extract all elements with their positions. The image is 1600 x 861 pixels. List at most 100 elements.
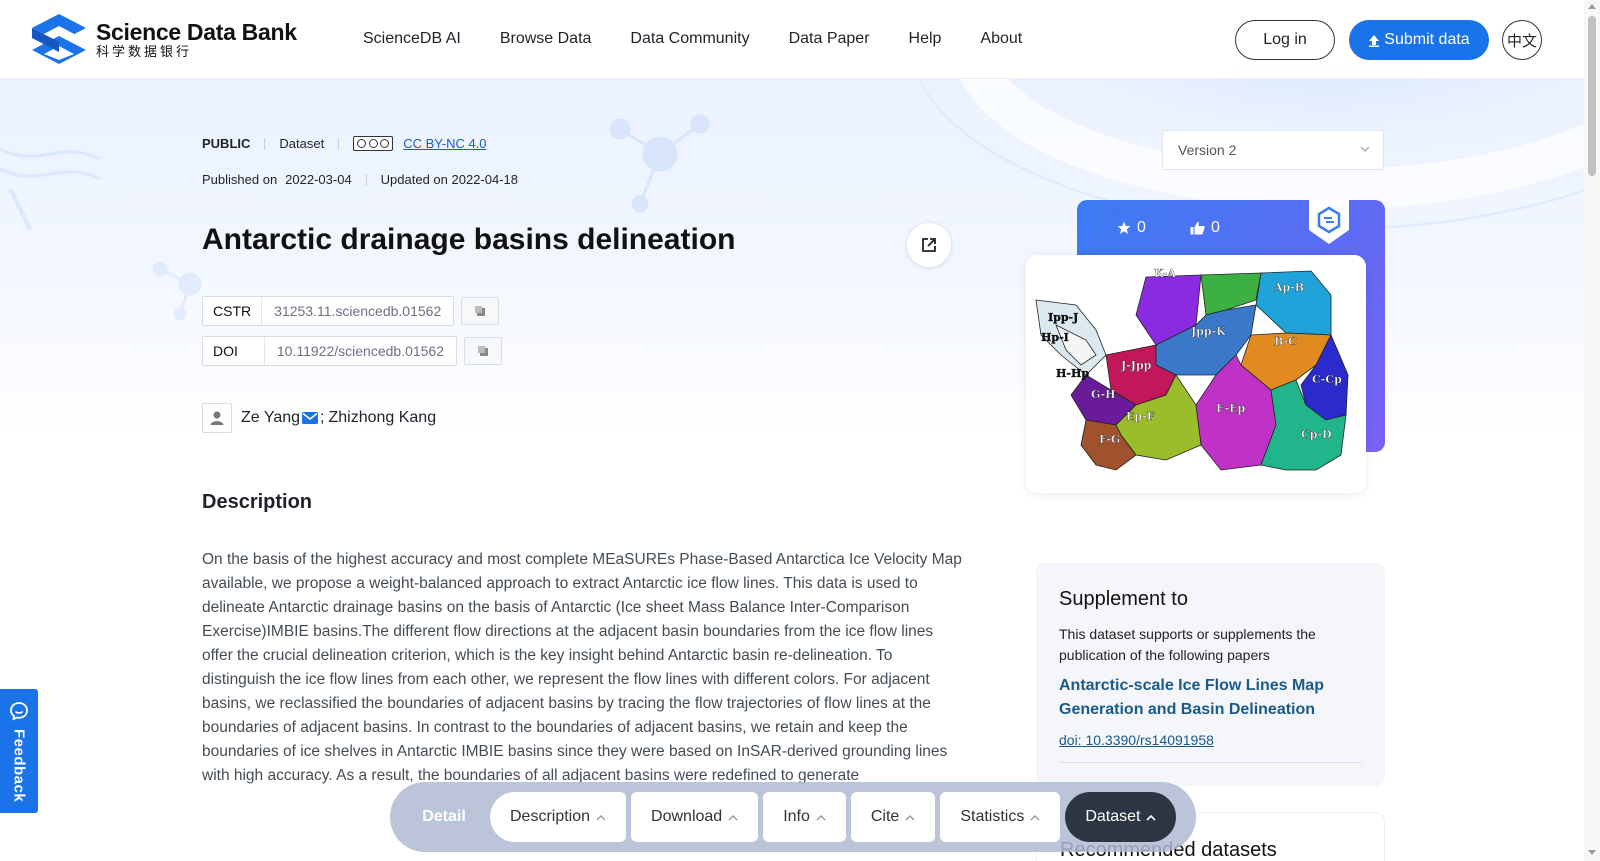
antarctic-basins-map-image: K-A Ap-B Ipp-J Hp-I Jpp-K B-C J-Jpp H-Hp… bbox=[1026, 255, 1366, 493]
language-toggle[interactable]: 中文 bbox=[1502, 20, 1542, 60]
mail-icon[interactable] bbox=[302, 412, 319, 424]
section-tab-label: Dataset bbox=[1085, 808, 1141, 825]
dataset-dates-row: Published on 2022-03-04 Updated on 2022-… bbox=[202, 172, 518, 187]
like-count[interactable]: 0 bbox=[1190, 219, 1220, 237]
scrollbar-thumb[interactable] bbox=[1588, 16, 1596, 176]
doi-value: 10.11922/sciencedb.01562 bbox=[276, 343, 444, 359]
thumbs-up-icon bbox=[1190, 221, 1205, 235]
section-tab-label: Description bbox=[510, 808, 591, 825]
supplement-panel: Supplement to This dataset supports or s… bbox=[1036, 562, 1385, 786]
chevron-up-icon bbox=[728, 814, 738, 820]
nav-sciencedb-ai[interactable]: ScienceDB AI bbox=[363, 30, 461, 48]
nav-browse-data[interactable]: Browse Data bbox=[500, 30, 592, 48]
divider bbox=[365, 173, 367, 186]
star-count-value: 0 bbox=[1137, 219, 1146, 236]
authors-row: Ze Yang ; Zhizhong Kang bbox=[202, 403, 436, 433]
visibility-label: PUBLIC bbox=[202, 136, 251, 151]
divider bbox=[264, 137, 266, 150]
published-label: Published on bbox=[202, 172, 278, 187]
detail-label: Detail bbox=[422, 808, 466, 825]
published-date: 2022-03-04 bbox=[285, 172, 352, 187]
map-label-cp-d: Cp-D bbox=[1301, 428, 1332, 441]
certified-shield-icon bbox=[1309, 200, 1349, 244]
map-label-k-a: K-A bbox=[1154, 267, 1176, 280]
chevron-up-icon bbox=[816, 814, 826, 820]
nav-help[interactable]: Help bbox=[909, 30, 942, 48]
map-label-e-ep: E-Ep bbox=[1216, 402, 1246, 415]
section-tab-statistics[interactable]: Statistics bbox=[940, 792, 1061, 842]
map-label-jpp-k: Jpp-K bbox=[1190, 325, 1226, 338]
license-link[interactable]: CC BY-NC 4.0 bbox=[403, 136, 486, 151]
section-tab-info[interactable]: Info bbox=[763, 792, 846, 842]
divider bbox=[338, 137, 340, 150]
section-tab-dataset[interactable]: Dataset bbox=[1065, 792, 1177, 842]
section-tab-cite[interactable]: Cite bbox=[850, 792, 936, 842]
logo-subtitle: 科学数据银行 bbox=[96, 44, 193, 59]
copy-icon bbox=[475, 306, 486, 316]
cstr-label: CSTR bbox=[203, 297, 263, 325]
section-tab-label: Cite bbox=[870, 808, 900, 825]
map-label-f-g: F-G bbox=[1099, 433, 1120, 446]
section-tab-label: Statistics bbox=[960, 808, 1025, 825]
chevron-up-icon bbox=[905, 814, 915, 820]
nav-data-paper[interactable]: Data Paper bbox=[789, 30, 870, 48]
version-selected: Version 2 bbox=[1178, 142, 1237, 158]
supplement-doi-link[interactable]: doi: 10.3390/rs14091958 bbox=[1059, 732, 1214, 748]
nav-data-community[interactable]: Data Community bbox=[630, 30, 749, 48]
supplement-heading: Supplement to bbox=[1059, 588, 1188, 610]
section-tab-label: Info bbox=[783, 808, 810, 825]
science-data-bank-logo-icon bbox=[32, 14, 86, 64]
chevron-down-icon bbox=[1360, 146, 1370, 152]
author-zhizhong-kang[interactable]: Zhizhong Kang bbox=[328, 409, 436, 427]
chevron-up-icon bbox=[1030, 814, 1040, 820]
main-nav: ScienceDB AI Browse Data Data Community … bbox=[363, 30, 1061, 48]
section-nav-bar: Detail Description Download Info Cite St… bbox=[390, 782, 1196, 852]
section-tab-label: Download bbox=[651, 808, 723, 825]
version-select[interactable]: Version 2 bbox=[1162, 130, 1384, 170]
divider bbox=[1059, 762, 1362, 763]
share-button[interactable] bbox=[907, 223, 951, 267]
section-tab-description[interactable]: Description bbox=[490, 792, 627, 842]
doi-row: DOI 10.11922/sciencedb.01562 bbox=[202, 336, 502, 366]
section-tab-download[interactable]: Download bbox=[631, 792, 759, 842]
dataset-type-label: Dataset bbox=[279, 136, 325, 151]
map-label-g-h: G-H bbox=[1091, 388, 1116, 401]
map-label-hp-i: Hp-I bbox=[1041, 331, 1069, 344]
scroll-down-arrow-icon[interactable] bbox=[1588, 850, 1596, 855]
map-label-b-c: B-C bbox=[1274, 335, 1297, 348]
nav-about[interactable]: About bbox=[980, 30, 1022, 48]
feedback-label: Feedback bbox=[10, 729, 28, 803]
submit-data-button[interactable]: Submit data bbox=[1349, 20, 1489, 60]
author-ze-yang[interactable]: Ze Yang bbox=[241, 409, 300, 427]
map-label-h-hp: H-Hp bbox=[1056, 367, 1089, 380]
doi-box: DOI 10.11922/sciencedb.01562 bbox=[202, 336, 457, 366]
author-avatar-icon bbox=[202, 403, 232, 433]
submit-data-label: Submit data bbox=[1384, 31, 1470, 48]
star-count[interactable]: 0 bbox=[1117, 219, 1146, 237]
feedback-icon bbox=[10, 702, 28, 721]
external-link-icon bbox=[922, 238, 936, 252]
chevron-up-icon bbox=[596, 814, 606, 820]
map-label-c-cp: C-Cp bbox=[1312, 373, 1342, 386]
map-label-ap-b: Ap-B bbox=[1273, 281, 1304, 294]
supplement-paper-link[interactable]: Antarctic-scale Ice Flow Lines Map Gener… bbox=[1059, 674, 1359, 722]
supplement-text: This dataset supports or supplements the… bbox=[1059, 626, 1316, 663]
login-button[interactable]: Log in bbox=[1235, 20, 1335, 60]
site-logo[interactable]: Science Data Bank 科学数据银行 bbox=[30, 12, 297, 68]
scroll-up-arrow-icon[interactable] bbox=[1588, 4, 1596, 9]
page-scrollbar[interactable] bbox=[1584, 0, 1600, 861]
map-label-ep-f: Ep-F bbox=[1126, 410, 1155, 423]
author-separator: ; bbox=[320, 409, 325, 426]
dataset-preview-map[interactable]: K-A Ap-B Ipp-J Hp-I Jpp-K B-C J-Jpp H-Hp… bbox=[1026, 255, 1366, 493]
dataset-meta-row: PUBLIC Dataset CC BY-NC 4.0 bbox=[202, 136, 487, 151]
copy-cstr-button[interactable] bbox=[461, 297, 500, 325]
description-heading: Description bbox=[202, 491, 313, 513]
star-icon bbox=[1117, 221, 1131, 234]
doi-label: DOI bbox=[203, 337, 265, 365]
description-text: On the basis of the highest accuracy and… bbox=[202, 551, 962, 784]
cstr-row: CSTR 31253.11.sciencedb.01562 bbox=[202, 296, 500, 326]
logo-title: Science Data Bank bbox=[96, 19, 297, 45]
feedback-tab[interactable]: Feedback bbox=[0, 689, 38, 813]
copy-doi-button[interactable] bbox=[464, 337, 502, 365]
dataset-title: Antarctic drainage basins delineation bbox=[202, 223, 736, 256]
